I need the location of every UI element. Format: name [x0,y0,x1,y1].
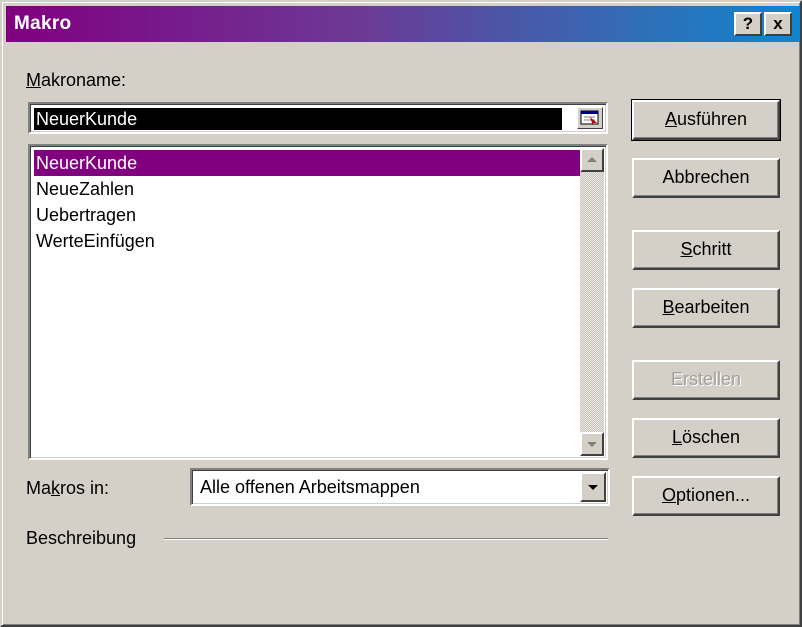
title-bar[interactable]: Makro ? x [6,6,800,42]
optionen-button[interactable]: Optionen... [632,476,780,516]
scroll-up-button[interactable] [580,148,604,172]
macro-list[interactable]: NeuerKunde NeueZahlen Uebertragen WerteE… [28,144,608,460]
chevron-down-icon [588,485,598,490]
scroll-down-button[interactable] [580,432,604,456]
schritt-button[interactable]: Schritt [632,230,780,270]
list-scrollbar[interactable] [580,148,604,456]
makroname-value: NeuerKunde [34,108,562,130]
close-button[interactable]: x [764,12,792,36]
list-item[interactable]: NeuerKunde [34,150,582,176]
makros-in-label: Makros in: [26,478,110,498]
abbrechen-button[interactable]: Abbrechen [632,158,780,198]
erstellen-button: Erstellen [632,360,780,400]
collapse-dialog-icon [580,110,599,126]
makros-in-value: Alle offenen Arbeitsmappen [200,477,420,497]
beschreibung-divider [164,538,608,540]
makroname-label: Makroname: [26,70,127,90]
dialog-title: Makro [14,13,72,34]
ausfuehren-button[interactable]: Ausführen [631,99,781,141]
makroname-input[interactable]: NeuerKunde [28,102,608,134]
arrow-down-icon [587,442,597,447]
dropdown-button[interactable] [580,472,606,502]
makros-in-select[interactable]: Alle offenen Arbeitsmappen [190,468,610,506]
list-item[interactable]: WerteEinfügen [34,228,155,254]
makro-dialog: Makro ? x Makroname: NeuerKunde NeuerKun… [0,0,802,627]
range-select-button[interactable] [577,107,603,129]
bearbeiten-button[interactable]: Bearbeiten [632,288,780,328]
help-button[interactable]: ? [734,12,762,36]
beschreibung-label: Beschreibung [26,528,137,548]
loeschen-button[interactable]: Löschen [632,418,780,458]
list-item[interactable]: Uebertragen [34,202,136,228]
arrow-up-icon [587,157,597,162]
list-item[interactable]: NeueZahlen [34,176,134,202]
